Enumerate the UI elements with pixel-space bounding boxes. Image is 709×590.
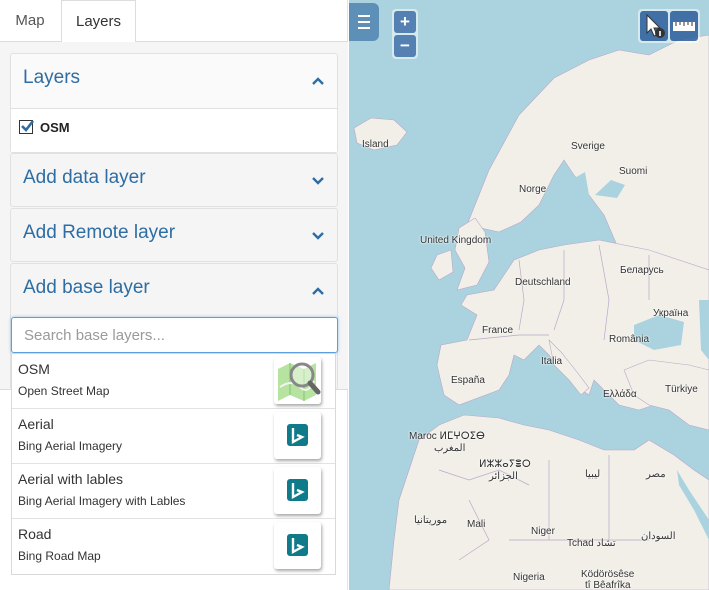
chevron-up-icon bbox=[311, 74, 325, 88]
chevron-down-icon bbox=[311, 174, 325, 188]
osm-map-icon bbox=[274, 357, 321, 404]
osm-layer-label: OSM bbox=[40, 120, 70, 135]
tab-map[interactable]: Map bbox=[0, 0, 60, 42]
search-base-layers-input[interactable] bbox=[11, 317, 338, 353]
map-label: France bbox=[482, 325, 514, 336]
result-description: Bing Aerial Imagery with Lables bbox=[18, 494, 186, 508]
list-item[interactable]: Aerial Bing Aerial Imagery bbox=[12, 409, 335, 464]
zoom-out-button[interactable]: − bbox=[394, 35, 416, 57]
list-item[interactable]: OSM Open Street Map bbox=[12, 354, 335, 409]
app-window: Map Layers Layers OSM Add data layer Add… bbox=[0, 0, 709, 590]
map-label: România bbox=[609, 334, 650, 345]
map-label: United Kingdom bbox=[420, 235, 492, 246]
map-label: Deutschland bbox=[515, 277, 571, 288]
layers-section-title: Layers bbox=[23, 67, 81, 88]
map-view[interactable]: Island Sverige Suomi Norge United Kingdo… bbox=[349, 0, 709, 590]
map-label: المغرب bbox=[434, 443, 466, 454]
bing-logo-icon bbox=[274, 412, 321, 459]
measure-button[interactable] bbox=[670, 11, 698, 41]
pointer-info-icon bbox=[646, 13, 665, 38]
map-label: Mali bbox=[467, 519, 486, 530]
chevron-up-icon bbox=[311, 284, 325, 298]
map-label: España bbox=[451, 375, 485, 386]
result-description: Bing Aerial Imagery bbox=[18, 439, 123, 453]
result-name: OSM bbox=[18, 361, 50, 377]
map-label: السودان bbox=[641, 531, 676, 542]
map-label: Island bbox=[362, 139, 389, 150]
map-label: الجزائر bbox=[489, 471, 518, 482]
map-label: ⵍⵣⵣⴰⵢⴻⵔ bbox=[479, 459, 531, 470]
add-base-layer-title: Add base layer bbox=[23, 277, 150, 298]
bing-logo-icon bbox=[274, 467, 321, 514]
base-layer-results: OSM Open Street Map Aerial Bing Aerial I… bbox=[11, 353, 336, 575]
zoom-in-button[interactable]: + bbox=[394, 11, 416, 33]
map-label: Niger bbox=[531, 526, 555, 537]
map-canvas bbox=[349, 0, 709, 590]
add-base-layer-header[interactable]: Add base layer bbox=[11, 264, 337, 316]
map-label: موريتانيا bbox=[414, 515, 448, 526]
zoom-control: + − bbox=[392, 9, 418, 59]
add-remote-layer-header[interactable]: Add Remote layer bbox=[11, 209, 337, 261]
layer-list: OSM bbox=[11, 108, 337, 152]
layers-section-header[interactable]: Layers bbox=[11, 54, 337, 106]
list-item[interactable]: Aerial with lables Bing Aerial Imagery w… bbox=[12, 464, 335, 519]
tab-layers[interactable]: Layers bbox=[61, 0, 136, 43]
map-label: Maroc ⵍⵎⵖⵔⵉⴱ bbox=[409, 431, 485, 442]
map-label: Україна bbox=[653, 308, 689, 319]
chevron-down-icon bbox=[311, 229, 325, 243]
add-remote-layer-title: Add Remote layer bbox=[23, 222, 176, 243]
add-data-layer-header[interactable]: Add data layer bbox=[11, 154, 337, 206]
map-label: ليبيا bbox=[585, 469, 601, 480]
osm-layer-checkbox[interactable] bbox=[19, 120, 35, 134]
layers-section: Layers OSM bbox=[10, 53, 338, 153]
add-data-layer-section: Add data layer bbox=[10, 153, 338, 207]
menu-icon bbox=[358, 15, 370, 29]
map-tools bbox=[638, 9, 700, 43]
map-label: Tchad تشاد bbox=[567, 538, 616, 549]
sidebar: Map Layers Layers OSM Add data layer Add… bbox=[0, 0, 348, 590]
tab-bar: Map Layers bbox=[0, 0, 348, 43]
sidebar-toggle-button[interactable] bbox=[349, 3, 379, 41]
add-remote-layer-section: Add Remote layer bbox=[10, 208, 338, 262]
result-name: Aerial bbox=[18, 416, 54, 432]
ruler-icon bbox=[673, 22, 695, 31]
map-label: Sverige bbox=[571, 141, 605, 152]
map-label: Ελλάδα bbox=[603, 389, 637, 400]
map-label: Nigeria bbox=[513, 572, 545, 583]
add-data-layer-title: Add data layer bbox=[23, 167, 146, 188]
map-label: Беларусь bbox=[620, 265, 664, 276]
map-label: Türkiye bbox=[665, 384, 698, 395]
feature-info-button[interactable] bbox=[640, 11, 668, 41]
list-item[interactable]: Road Bing Road Map bbox=[12, 519, 335, 574]
checkmark-icon bbox=[21, 120, 35, 132]
bing-logo-icon bbox=[274, 522, 321, 569]
map-label: Ködörösêse bbox=[581, 569, 635, 580]
map-label: Italia bbox=[541, 356, 563, 367]
map-label: مصر bbox=[646, 469, 666, 480]
result-name: Road bbox=[18, 526, 52, 542]
map-label: tî Bêafrîka bbox=[585, 580, 631, 590]
result-description: Open Street Map bbox=[18, 384, 110, 398]
map-label: Suomi bbox=[619, 166, 648, 177]
map-label: Norge bbox=[519, 184, 547, 195]
result-description: Bing Road Map bbox=[18, 549, 101, 563]
result-name: Aerial with lables bbox=[18, 471, 124, 487]
